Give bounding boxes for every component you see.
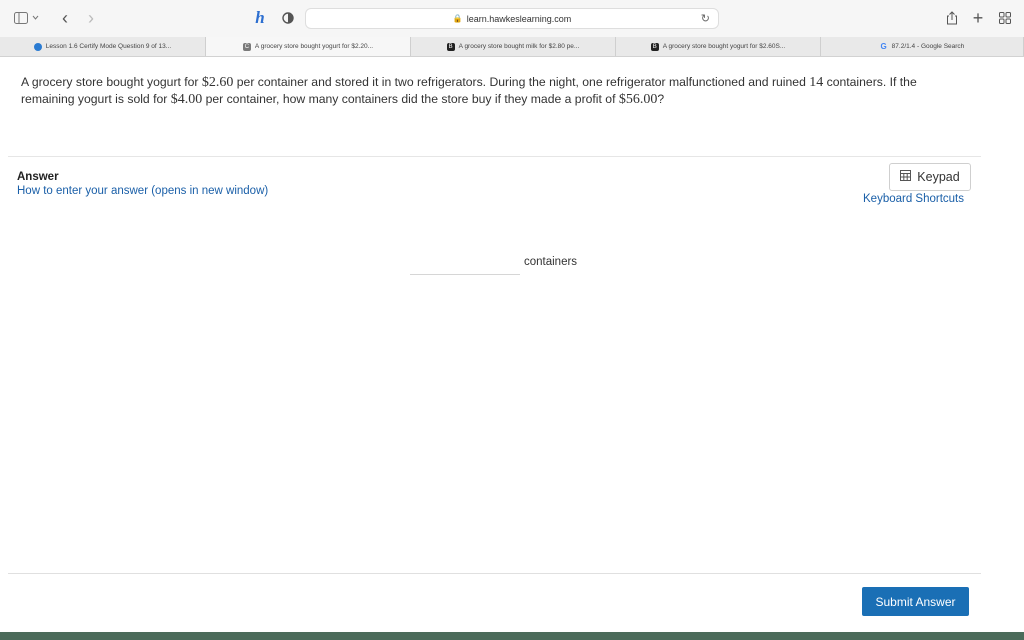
back-icon[interactable]: ‹ [58, 8, 72, 28]
math-price-bought: $2.60 [201, 75, 234, 90]
tab-label: A grocery store bought milk for $2.80 pe… [458, 43, 580, 50]
tab-milk-280[interactable]: B A grocery store bought milk for $2.80 … [411, 37, 616, 56]
tab-bar: Lesson 1.6 Certify Mode Question 9 of 13… [0, 37, 1024, 57]
address-bar[interactable]: 🔒 learn.hawkeslearning.com ↻ [305, 8, 719, 29]
tab-label: A grocery store bought yogurt for $2.20.… [254, 43, 374, 50]
answer-unit: containers [524, 256, 578, 268]
google-icon: G [880, 41, 887, 51]
question-panel: A grocery store bought yogurt for $2.60 … [8, 57, 981, 157]
math-ruined-count: 14 [809, 75, 824, 90]
new-tab-icon[interactable]: + [970, 8, 986, 28]
question-segment: per container and stored it in two refri… [233, 75, 810, 89]
tab-label: 87.2/1.4 - Google Search [891, 43, 965, 50]
math-profit: $56.00 [618, 92, 658, 107]
hawkes-extension-icon[interactable]: h [250, 8, 270, 28]
tab-lesson[interactable]: Lesson 1.6 Certify Mode Question 9 of 13… [0, 37, 206, 56]
tab-label: Lesson 1.6 Certify Mode Question 9 of 13… [45, 43, 172, 50]
keypad-label: Keypad [917, 170, 960, 184]
tab-yogurt-220[interactable]: C A grocery store bought yogurt for $2.2… [206, 37, 411, 56]
right-gutter [981, 57, 1024, 632]
question-segment: per container, how many containers did t… [202, 92, 619, 106]
answer-heading: Answer [17, 171, 59, 183]
tab-google-search[interactable]: G 87.2/1.4 - Google Search [821, 37, 1024, 56]
b-icon: B [650, 42, 659, 51]
forward-icon[interactable]: › [84, 8, 98, 28]
keypad-button[interactable]: Keypad [889, 163, 971, 191]
answer-panel: Answer How to enter your answer (opens i… [8, 157, 981, 574]
share-icon[interactable] [944, 8, 960, 28]
answer-input[interactable] [410, 250, 520, 275]
keyboard-shortcuts-link[interactable]: Keyboard Shortcuts [863, 193, 964, 205]
submit-answer-button[interactable]: Submit Answer [862, 587, 969, 616]
address-text: learn.hawkeslearning.com [466, 13, 572, 24]
browser-toolbar: ‹ › h 🔒 learn.hawkeslearning.com ↻ + [0, 0, 1024, 37]
question-segment: A grocery store bought yogurt for [21, 75, 202, 89]
globe-icon [33, 42, 42, 51]
math-price-sold: $4.00 [170, 92, 203, 107]
how-to-enter-link[interactable]: How to enter your answer (opens in new w… [17, 185, 268, 197]
reload-icon[interactable]: ↻ [701, 12, 710, 25]
tab-yogurt-260[interactable]: B A grocery store bought yogurt for $2.6… [616, 37, 821, 56]
c-icon: C [242, 42, 251, 51]
question-text: A grocery store bought yogurt for $2.60 … [21, 74, 951, 108]
question-segment: ? [657, 92, 665, 106]
b-icon: B [446, 42, 455, 51]
privacy-shield-icon[interactable] [280, 8, 296, 28]
tab-label: A grocery store bought yogurt for $2.60S… [662, 43, 786, 50]
bottom-bar [0, 632, 1024, 640]
lock-icon: 🔒 [452, 14, 463, 23]
sidebar-toggle-icon[interactable] [12, 8, 42, 28]
tab-overview-icon[interactable] [996, 8, 1014, 28]
calculator-icon [900, 170, 912, 184]
